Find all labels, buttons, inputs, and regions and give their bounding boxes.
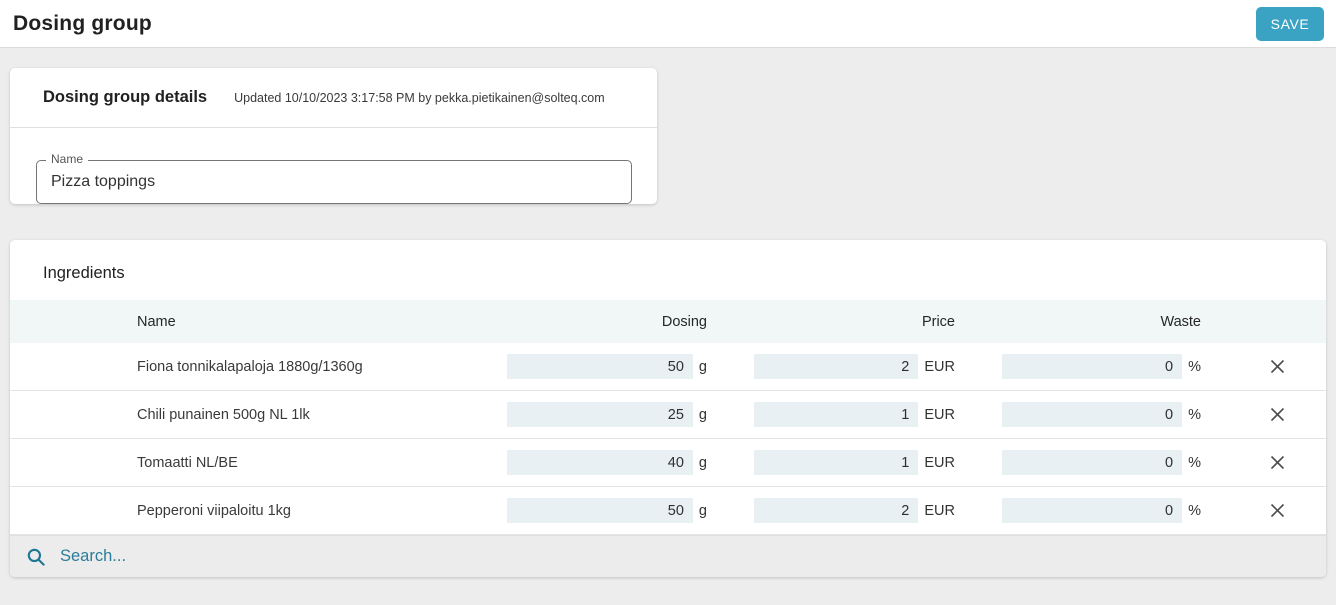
ingredient-row: Chili punainen 500g NL 1lk g EUR % (10, 391, 1326, 439)
dosing-input[interactable] (507, 402, 693, 427)
ingredient-search-bar (10, 535, 1326, 577)
close-icon (1269, 502, 1286, 519)
dosing-cell: g (507, 402, 707, 427)
close-icon (1269, 406, 1286, 423)
price-unit-label: EUR (924, 359, 955, 375)
column-header-price: Price (707, 314, 955, 330)
row-actions-cell (1201, 450, 1326, 476)
waste-unit-label: % (1188, 359, 1201, 375)
ingredients-title: Ingredients (10, 240, 1326, 300)
waste-cell: % (955, 354, 1201, 379)
ingredient-name: Chili punainen 500g NL 1lk (135, 407, 507, 423)
close-icon (1269, 454, 1286, 471)
updated-by-text: Updated 10/10/2023 3:17:58 PM by pekka.p… (234, 91, 605, 105)
waste-input[interactable] (1002, 450, 1182, 475)
waste-cell: % (955, 450, 1201, 475)
page-title: Dosing group (13, 12, 152, 36)
price-cell: EUR (707, 354, 955, 379)
name-field-wrap: Name (36, 160, 632, 204)
ingredient-row: Fiona tonnikalapaloja 1880g/1360g g EUR … (10, 343, 1326, 391)
price-unit-label: EUR (924, 455, 955, 471)
column-header-name: Name (135, 314, 507, 330)
dosing-unit-label: g (699, 455, 707, 471)
name-field-label: Name (46, 152, 88, 166)
dosing-unit-label: g (699, 359, 707, 375)
waste-input[interactable] (1002, 402, 1182, 427)
ingredient-name: Fiona tonnikalapaloja 1880g/1360g (135, 359, 507, 375)
price-input[interactable] (754, 498, 918, 523)
ingredient-name: Pepperoni viipaloitu 1kg (135, 503, 507, 519)
waste-cell: % (955, 402, 1201, 427)
name-input[interactable] (36, 160, 632, 204)
dosing-unit-label: g (699, 503, 707, 519)
waste-unit-label: % (1188, 407, 1201, 423)
price-cell: EUR (707, 498, 955, 523)
waste-unit-label: % (1188, 503, 1201, 519)
details-card-header: Dosing group details Updated 10/10/2023 … (10, 68, 657, 128)
ingredients-table-header: Name Dosing Price Waste (10, 300, 1326, 343)
row-actions-cell (1201, 354, 1326, 380)
dosing-cell: g (507, 354, 707, 379)
close-icon (1269, 358, 1286, 375)
waste-input[interactable] (1002, 498, 1182, 523)
top-bar: Dosing group SAVE (0, 0, 1336, 48)
remove-ingredient-button[interactable] (1265, 498, 1291, 524)
ingredient-row: Tomaatti NL/BE g EUR % (10, 439, 1326, 487)
search-icon (26, 547, 46, 567)
price-input[interactable] (754, 354, 918, 379)
price-input[interactable] (754, 450, 918, 475)
dosing-cell: g (507, 498, 707, 523)
waste-unit-label: % (1188, 455, 1201, 471)
remove-ingredient-button[interactable] (1265, 354, 1291, 380)
column-header-dosing: Dosing (507, 314, 707, 330)
dosing-cell: g (507, 450, 707, 475)
dosing-unit-label: g (699, 407, 707, 423)
save-button[interactable]: SAVE (1256, 7, 1324, 41)
waste-input[interactable] (1002, 354, 1182, 379)
price-input[interactable] (754, 402, 918, 427)
ingredient-name: Tomaatti NL/BE (135, 455, 507, 471)
dosing-group-details-card: Dosing group details Updated 10/10/2023 … (10, 68, 657, 204)
column-header-waste: Waste (955, 314, 1201, 330)
remove-ingredient-button[interactable] (1265, 402, 1291, 428)
row-actions-cell (1201, 402, 1326, 428)
price-unit-label: EUR (924, 407, 955, 423)
price-cell: EUR (707, 450, 955, 475)
ingredients-card: Ingredients Name Dosing Price Waste Fion… (10, 240, 1326, 577)
price-cell: EUR (707, 402, 955, 427)
price-unit-label: EUR (924, 503, 955, 519)
dosing-input[interactable] (507, 450, 693, 475)
details-card-title: Dosing group details (43, 88, 207, 107)
dosing-input[interactable] (507, 354, 693, 379)
search-input[interactable] (60, 547, 1310, 566)
remove-ingredient-button[interactable] (1265, 450, 1291, 476)
main-content: Dosing group details Updated 10/10/2023 … (0, 48, 1336, 577)
row-actions-cell (1201, 498, 1326, 524)
ingredients-table-body: Fiona tonnikalapaloja 1880g/1360g g EUR … (10, 343, 1326, 535)
dosing-input[interactable] (507, 498, 693, 523)
waste-cell: % (955, 498, 1201, 523)
ingredient-row: Pepperoni viipaloitu 1kg g EUR % (10, 487, 1326, 535)
